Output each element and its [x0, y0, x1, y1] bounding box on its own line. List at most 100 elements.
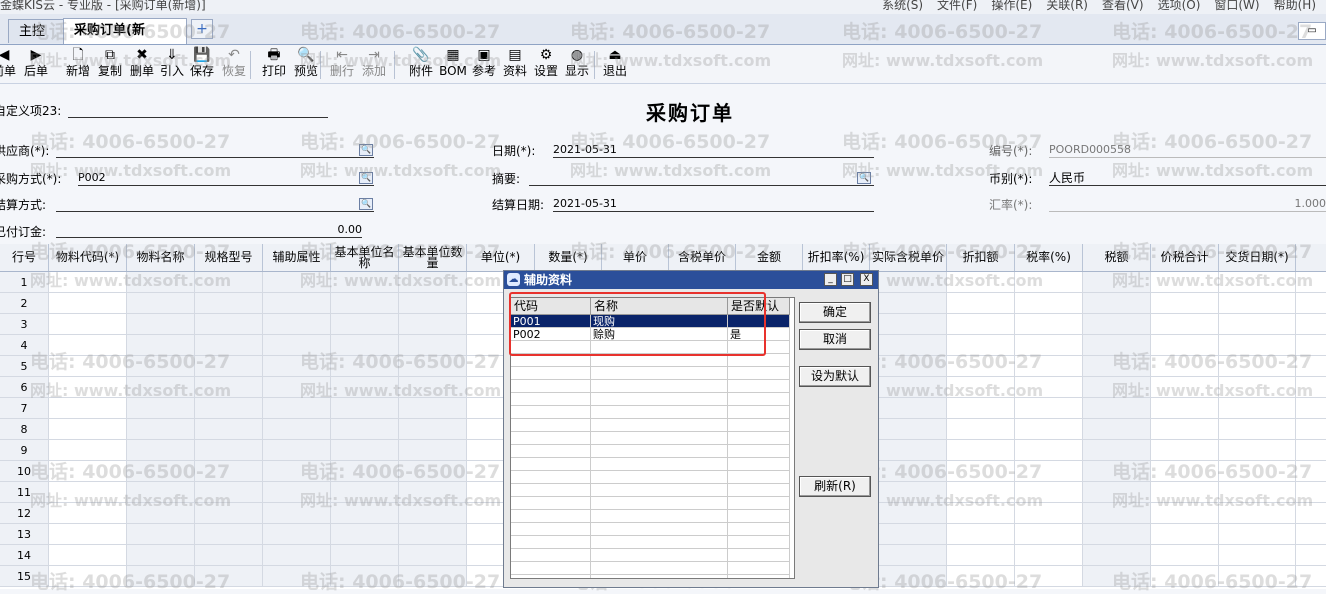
ok-button[interactable]: 确定	[799, 302, 871, 323]
grid-cell[interactable]	[263, 524, 331, 545]
column-header[interactable]: 基本单位数量	[399, 244, 467, 271]
date-field[interactable]: 2021-05-31	[553, 143, 874, 158]
grid-cell[interactable]	[399, 377, 467, 398]
grid-cell[interactable]	[1015, 482, 1083, 503]
grid-cell[interactable]	[1083, 356, 1151, 377]
grid-cell[interactable]	[127, 314, 195, 335]
grid-cell[interactable]	[1151, 356, 1219, 377]
grid-cell[interactable]	[1015, 377, 1083, 398]
grid-cell[interactable]	[870, 524, 947, 545]
grid-cell[interactable]	[1083, 272, 1151, 293]
menu-file[interactable]: 文件(F)	[937, 0, 977, 13]
grid-cell[interactable]	[49, 566, 127, 587]
close-button[interactable]: X	[860, 273, 873, 286]
grid-cell[interactable]	[195, 524, 263, 545]
grid-cell[interactable]	[870, 461, 947, 482]
grid-cell[interactable]	[49, 440, 127, 461]
toolbar-delete-button[interactable]: ✖ 删单	[126, 47, 158, 81]
toolbar-print-button[interactable]: 🖶 打印	[258, 47, 290, 81]
column-header[interactable]: 物料名称	[127, 244, 195, 271]
grid-cell[interactable]	[263, 398, 331, 419]
grid-cell[interactable]	[947, 482, 1015, 503]
column-header[interactable]: 税额	[1083, 244, 1151, 271]
toolbar-restore-button[interactable]: ↶ 恢复	[218, 47, 250, 81]
grid-cell[interactable]	[1083, 566, 1151, 587]
grid-cell[interactable]	[263, 356, 331, 377]
grid-cell[interactable]	[263, 461, 331, 482]
toolbar-next-button[interactable]: ▶ 后单	[20, 47, 52, 81]
grid-cell[interactable]	[195, 566, 263, 587]
grid-cell[interactable]	[49, 482, 127, 503]
menu-help[interactable]: 帮助(H)	[1274, 0, 1316, 13]
grid-cell[interactable]	[195, 398, 263, 419]
settle-date-field[interactable]: 2021-05-31	[553, 197, 874, 212]
grid-cell[interactable]	[399, 545, 467, 566]
grid-cell[interactable]	[947, 293, 1015, 314]
grid-cell[interactable]	[127, 335, 195, 356]
grid-cell[interactable]	[331, 356, 399, 377]
grid-cell[interactable]	[870, 314, 947, 335]
grid-cell[interactable]	[127, 524, 195, 545]
lookup-icon[interactable]: 🔍	[857, 172, 871, 184]
column-header[interactable]: 单价	[602, 244, 669, 271]
grid-cell[interactable]	[870, 419, 947, 440]
grid-cell[interactable]	[870, 272, 947, 293]
grid-cell[interactable]	[195, 503, 263, 524]
menu-system[interactable]: 系统(S)	[882, 0, 923, 13]
grid-cell[interactable]	[1151, 272, 1219, 293]
grid-cell[interactable]	[1151, 461, 1219, 482]
grid-cell[interactable]	[1219, 461, 1296, 482]
tab-main-console[interactable]: 主控台	[8, 19, 64, 63]
grid-cell[interactable]	[49, 335, 127, 356]
grid-cell[interactable]	[947, 503, 1015, 524]
grid-cell[interactable]	[399, 440, 467, 461]
grid-cell[interactable]	[1083, 314, 1151, 335]
grid-cell[interactable]	[399, 314, 467, 335]
lookup-icon[interactable]: 🔍	[359, 172, 373, 184]
column-header[interactable]: 税率(%)	[1015, 244, 1083, 271]
grid-cell[interactable]	[399, 524, 467, 545]
grid-cell[interactable]	[331, 461, 399, 482]
grid-cell[interactable]	[263, 503, 331, 524]
grid-cell[interactable]	[1015, 272, 1083, 293]
grid-cell[interactable]	[1151, 293, 1219, 314]
grid-cell[interactable]	[1151, 398, 1219, 419]
table-row[interactable]: P001 现购	[511, 315, 790, 328]
grid-cell[interactable]	[195, 335, 263, 356]
column-header[interactable]: 交货日期(*)	[1219, 244, 1296, 271]
grid-cell[interactable]	[49, 314, 127, 335]
toolbar-save-button[interactable]: 💾 保存	[186, 47, 218, 81]
column-header[interactable]: 基本单位名称	[331, 244, 399, 271]
grid-cell[interactable]	[1219, 377, 1296, 398]
grid-cell[interactable]	[1219, 356, 1296, 377]
column-header[interactable]: 单位(*)	[467, 244, 535, 271]
menu-operation[interactable]: 操作(E)	[991, 0, 1032, 13]
menu-view[interactable]: 查看(V)	[1102, 0, 1144, 13]
grid-cell[interactable]	[195, 356, 263, 377]
grid-cell[interactable]	[331, 545, 399, 566]
grid-cell[interactable]	[1083, 503, 1151, 524]
grid-cell[interactable]	[195, 314, 263, 335]
grid-cell[interactable]	[870, 377, 947, 398]
grid-cell[interactable]	[1083, 293, 1151, 314]
grid-cell[interactable]	[49, 419, 127, 440]
grid-cell[interactable]	[870, 503, 947, 524]
grid-cell[interactable]	[399, 419, 467, 440]
grid-cell[interactable]	[263, 545, 331, 566]
grid-cell[interactable]	[49, 377, 127, 398]
grid-cell[interactable]	[331, 482, 399, 503]
grid-cell[interactable]	[399, 503, 467, 524]
grid-cell[interactable]	[331, 335, 399, 356]
grid-cell[interactable]	[195, 272, 263, 293]
toolbar-add-row-button[interactable]: ⇥ 添加	[358, 47, 390, 81]
grid-cell[interactable]	[1219, 272, 1296, 293]
toolbar-new-button[interactable]: 🗋 新增	[62, 47, 94, 81]
grid-cell[interactable]	[947, 419, 1015, 440]
grid-cell[interactable]	[127, 398, 195, 419]
grid-cell[interactable]	[1015, 314, 1083, 335]
column-default[interactable]: 是否默认	[728, 298, 790, 314]
grid-cell[interactable]	[947, 272, 1015, 293]
grid-cell[interactable]	[1015, 356, 1083, 377]
grid-cell[interactable]	[49, 293, 127, 314]
grid-cell[interactable]	[49, 272, 127, 293]
